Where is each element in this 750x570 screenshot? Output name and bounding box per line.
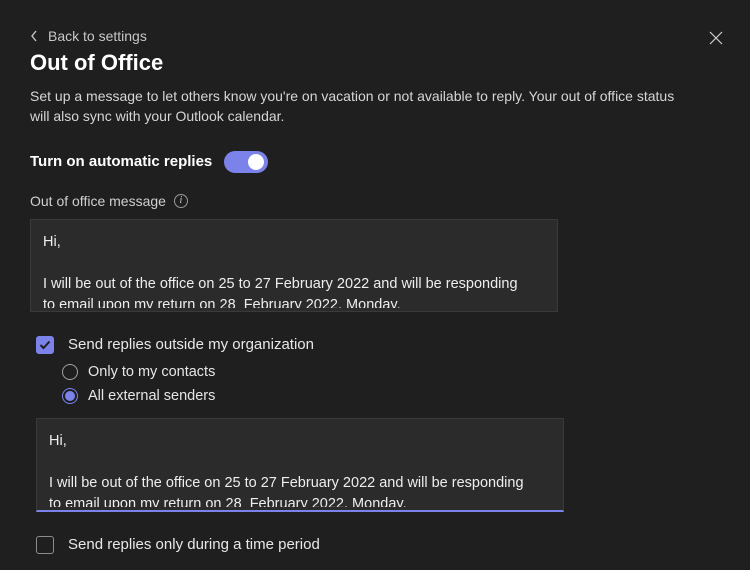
chevron-left-icon <box>30 30 38 42</box>
info-icon[interactable]: i <box>174 194 188 208</box>
radio-button[interactable] <box>62 388 78 404</box>
back-to-settings-link[interactable]: Back to settings <box>30 28 147 44</box>
close-icon <box>709 31 723 45</box>
check-icon <box>39 340 51 350</box>
time-period-label: Send replies only during a time period <box>68 536 320 553</box>
external-scope-radio-group: Only to my contacts All external senders <box>62 364 720 404</box>
ooo-message-label-row: Out of office message i <box>30 193 720 209</box>
external-replies-checkbox[interactable] <box>36 336 54 354</box>
external-replies-label: Send replies outside my organization <box>68 336 314 353</box>
toggle-knob <box>248 154 264 170</box>
time-period-row[interactable]: Send replies only during a time period <box>36 536 720 554</box>
page-description: Set up a message to let others know you'… <box>30 86 690 127</box>
page-title: Out of Office <box>30 50 720 76</box>
ooo-message-label: Out of office message <box>30 193 166 209</box>
ooo-message-editor-wrap <box>30 219 558 312</box>
external-replies-row[interactable]: Send replies outside my organization <box>36 336 720 354</box>
external-message-editor-wrap <box>36 418 564 512</box>
external-message-editor[interactable] <box>37 419 563 507</box>
back-label: Back to settings <box>48 28 147 44</box>
radio-label: All external senders <box>88 388 215 404</box>
auto-replies-label: Turn on automatic replies <box>30 153 212 170</box>
close-button[interactable] <box>704 26 728 50</box>
auto-replies-toggle[interactable] <box>224 151 268 173</box>
radio-only-contacts[interactable]: Only to my contacts <box>62 364 720 380</box>
radio-all-external[interactable]: All external senders <box>62 388 720 404</box>
ooo-message-editor[interactable] <box>31 220 557 308</box>
time-period-checkbox[interactable] <box>36 536 54 554</box>
radio-button[interactable] <box>62 364 78 380</box>
radio-label: Only to my contacts <box>88 364 215 380</box>
auto-replies-row: Turn on automatic replies <box>30 151 720 173</box>
